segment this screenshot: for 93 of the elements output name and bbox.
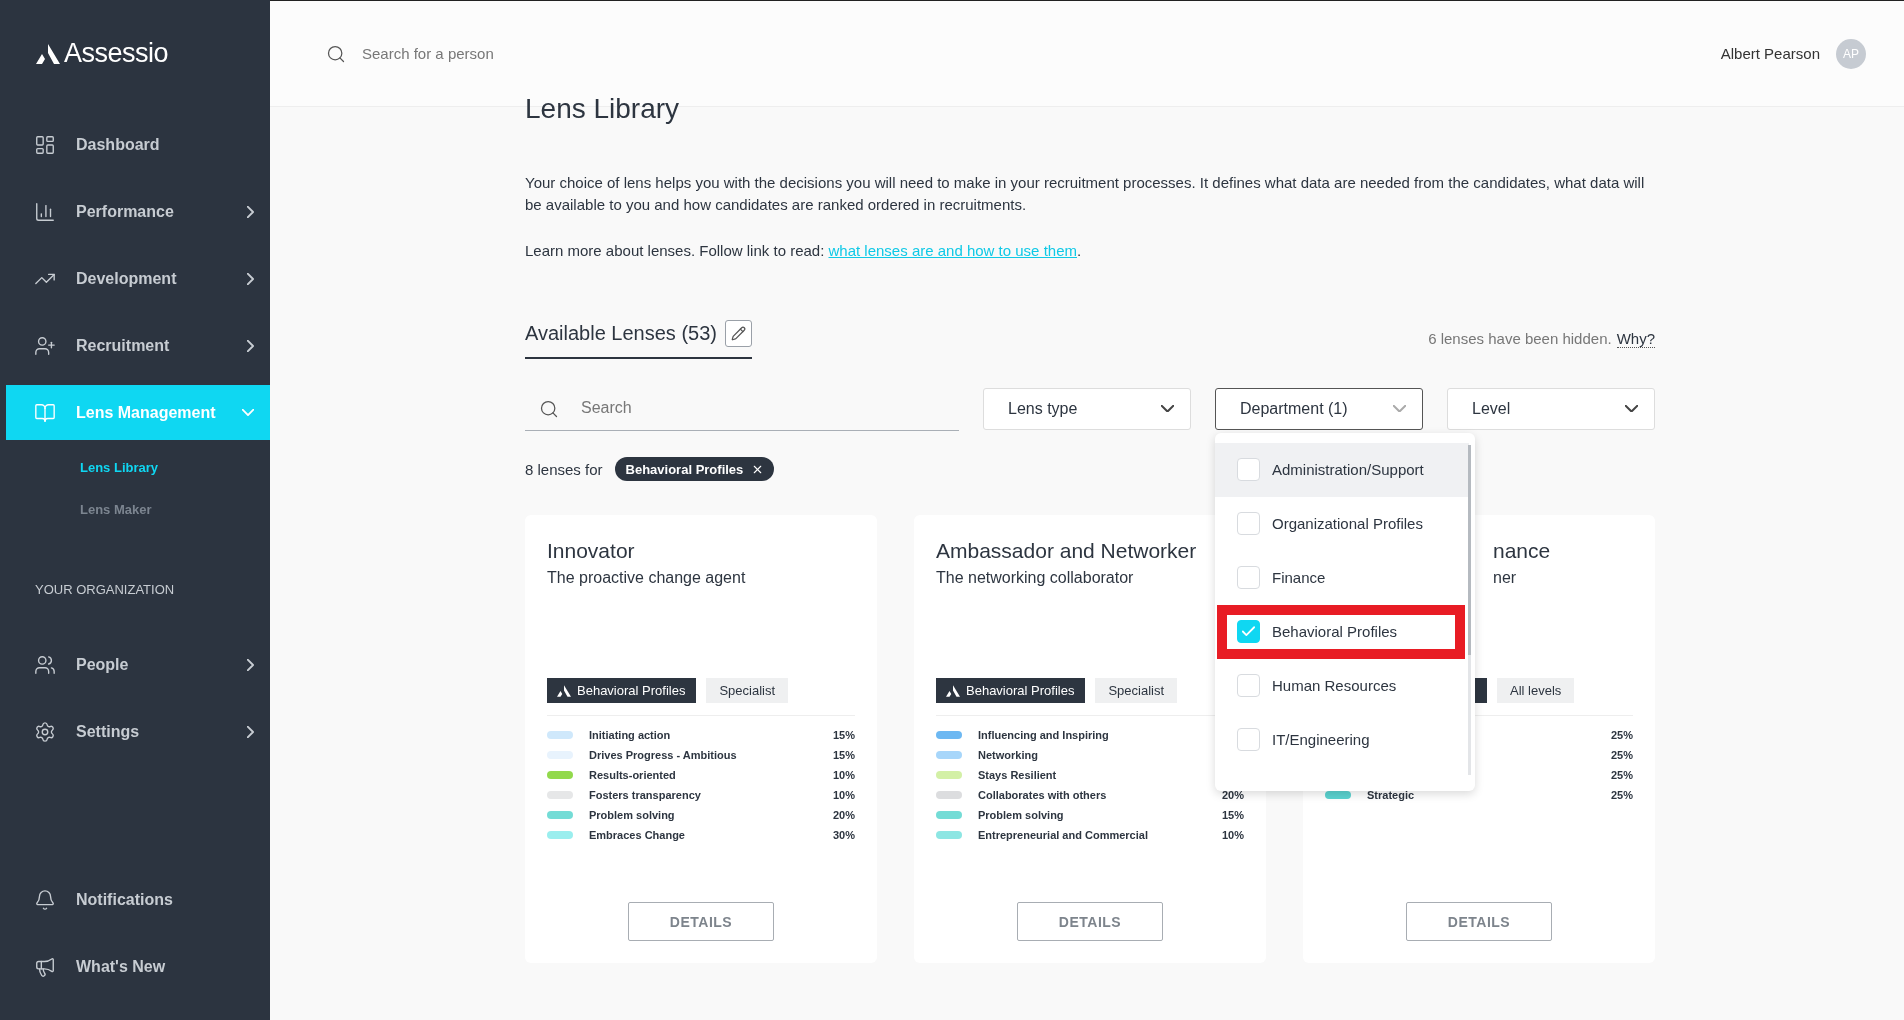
- scrollbar[interactable]: [1468, 444, 1471, 775]
- menu-option[interactable]: Behavioral Profiles: [1217, 604, 1465, 659]
- filter-dropdown[interactable]: Department (1): [1215, 387, 1423, 430]
- nav-item[interactable]: Development: [6, 251, 270, 306]
- tab-label: Available Lenses (53): [525, 322, 717, 345]
- level-tag: All levels: [1497, 678, 1575, 703]
- chevron-down-icon: [1161, 404, 1174, 413]
- filter-dropdown[interactable]: Lens type: [983, 387, 1191, 430]
- trait-label: Initiating action: [589, 729, 672, 741]
- filter-chip[interactable]: Behavioral Profiles: [614, 457, 775, 481]
- lenses-tab[interactable]: Available Lenses (53): [525, 320, 752, 359]
- trait-percent: 10%: [1221, 829, 1244, 841]
- nav-item[interactable]: Notifications: [6, 872, 270, 927]
- page-title: Lens Library: [525, 93, 681, 123]
- trait-percent: 25%: [1610, 729, 1633, 741]
- trait-label: Entrepreneurial and Commercial: [978, 829, 1149, 841]
- result-count: 8 lenses for: [525, 460, 603, 478]
- learn-more-text: Learn more about lenses. Follow link to read: what lenses are and how to use them.: [525, 242, 1083, 259]
- level-tag: Specialist: [706, 678, 789, 703]
- search-icon: [326, 43, 346, 64]
- filter-dropdown[interactable]: Level: [1447, 387, 1655, 430]
- trait-percent: 20%: [1221, 789, 1244, 801]
- trait-label: Stays Resilient: [978, 769, 1058, 781]
- nav-item[interactable]: People: [6, 637, 270, 692]
- trait-label: Collaborates with others: [978, 789, 1108, 801]
- logo-icon: [557, 684, 571, 697]
- dashboard-icon: [34, 133, 56, 156]
- trait-label: Fosters transparency: [589, 789, 702, 801]
- trait-percent: 15%: [832, 749, 855, 761]
- card-subtitle: The networking collaborator: [936, 569, 1135, 587]
- trait-percent: 10%: [832, 769, 855, 781]
- book-icon: [34, 401, 56, 424]
- trait-label: Embraces Change: [589, 829, 686, 841]
- checkbox[interactable]: [1237, 512, 1260, 535]
- menu-option[interactable]: Administration/Support: [1215, 442, 1469, 497]
- card-subtitle: The proactive change agent: [547, 569, 747, 587]
- nav-subitem[interactable]: Lens Library: [6, 446, 270, 488]
- logo-text: Assessio: [64, 38, 169, 69]
- details-button[interactable]: DETAILS: [1017, 902, 1163, 941]
- trait-label: Networking: [978, 749, 1039, 761]
- nav-item[interactable]: Recruitment: [6, 318, 270, 373]
- trait-percent: 15%: [832, 729, 855, 741]
- tag-label: Behavioral Profiles: [966, 683, 1075, 698]
- trait-percent: 15%: [1221, 809, 1244, 821]
- checkbox[interactable]: [1237, 620, 1260, 643]
- logo-icon: [946, 684, 960, 697]
- chevron-down-icon: [1625, 404, 1638, 413]
- user-name[interactable]: Albert Pearson: [1720, 45, 1820, 62]
- section-label: YOUR ORGANIZATION: [34, 581, 176, 599]
- trait-label: Influencing and Inspiring: [978, 729, 1110, 741]
- why-link[interactable]: Why?: [1616, 330, 1655, 348]
- details-button[interactable]: DETAILS: [628, 902, 774, 941]
- card-title: Innovator: [547, 539, 636, 563]
- checkbox[interactable]: [1237, 566, 1260, 589]
- pencil-icon: [731, 326, 746, 341]
- nav-item[interactable]: Dashboard: [6, 117, 270, 172]
- hidden-lenses-note: 6 lenses have been hidden. Why?: [1428, 330, 1655, 347]
- details-button[interactable]: DETAILS: [1406, 902, 1552, 941]
- bar-chart-icon: [34, 200, 56, 223]
- trait-label: Problem solving: [978, 809, 1065, 821]
- trait-label: Drives Progress - Ambitious: [589, 749, 738, 761]
- chevron-down-icon: [1393, 404, 1406, 413]
- person-search-field[interactable]: Search for a person: [360, 44, 660, 63]
- user-plus-icon: [34, 334, 56, 357]
- checkbox[interactable]: [1237, 728, 1260, 751]
- card-subtitle: ner: [1492, 569, 1518, 587]
- card-title: nance: [1492, 539, 1552, 563]
- checkbox[interactable]: [1237, 674, 1260, 697]
- trait-percent: 10%: [832, 789, 855, 801]
- logo-icon: [36, 43, 60, 64]
- card-title: Ambassador and Networker: [936, 539, 1198, 563]
- bell-icon: [34, 888, 56, 911]
- nav-item[interactable]: Settings: [6, 704, 270, 759]
- trait-percent: 25%: [1610, 789, 1633, 801]
- nav-item[interactable]: What's New: [6, 939, 270, 994]
- intro-paragraph: Your choice of lens helps you with the decisions you will need to make in your recruitment processes. It defines what data are needed from the candidates, what data will be available to you and how candidates are ranked ordered in recruitments.: [525, 173, 1645, 215]
- trait-label: Problem solving: [589, 809, 676, 821]
- tag-label: Behavioral Profiles: [577, 683, 686, 698]
- trait-percent: 20%: [832, 809, 855, 821]
- search-icon: [539, 399, 559, 419]
- checkbox[interactable]: [1237, 458, 1260, 481]
- lens-search-field[interactable]: Search: [525, 386, 959, 431]
- users-icon: [34, 653, 56, 676]
- settings-icon: [34, 720, 56, 743]
- megaphone-icon: [34, 955, 56, 978]
- nav-item[interactable]: Performance: [6, 184, 270, 239]
- trait-percent: 25%: [1610, 749, 1633, 761]
- trait-percent: 25%: [1610, 769, 1633, 781]
- trait-percent: 30%: [832, 829, 855, 841]
- level-tag: Specialist: [1095, 678, 1178, 703]
- edit-button[interactable]: [725, 320, 752, 347]
- trait-label: Results-oriented: [589, 769, 677, 781]
- trait-label: Strategic: [1367, 789, 1416, 801]
